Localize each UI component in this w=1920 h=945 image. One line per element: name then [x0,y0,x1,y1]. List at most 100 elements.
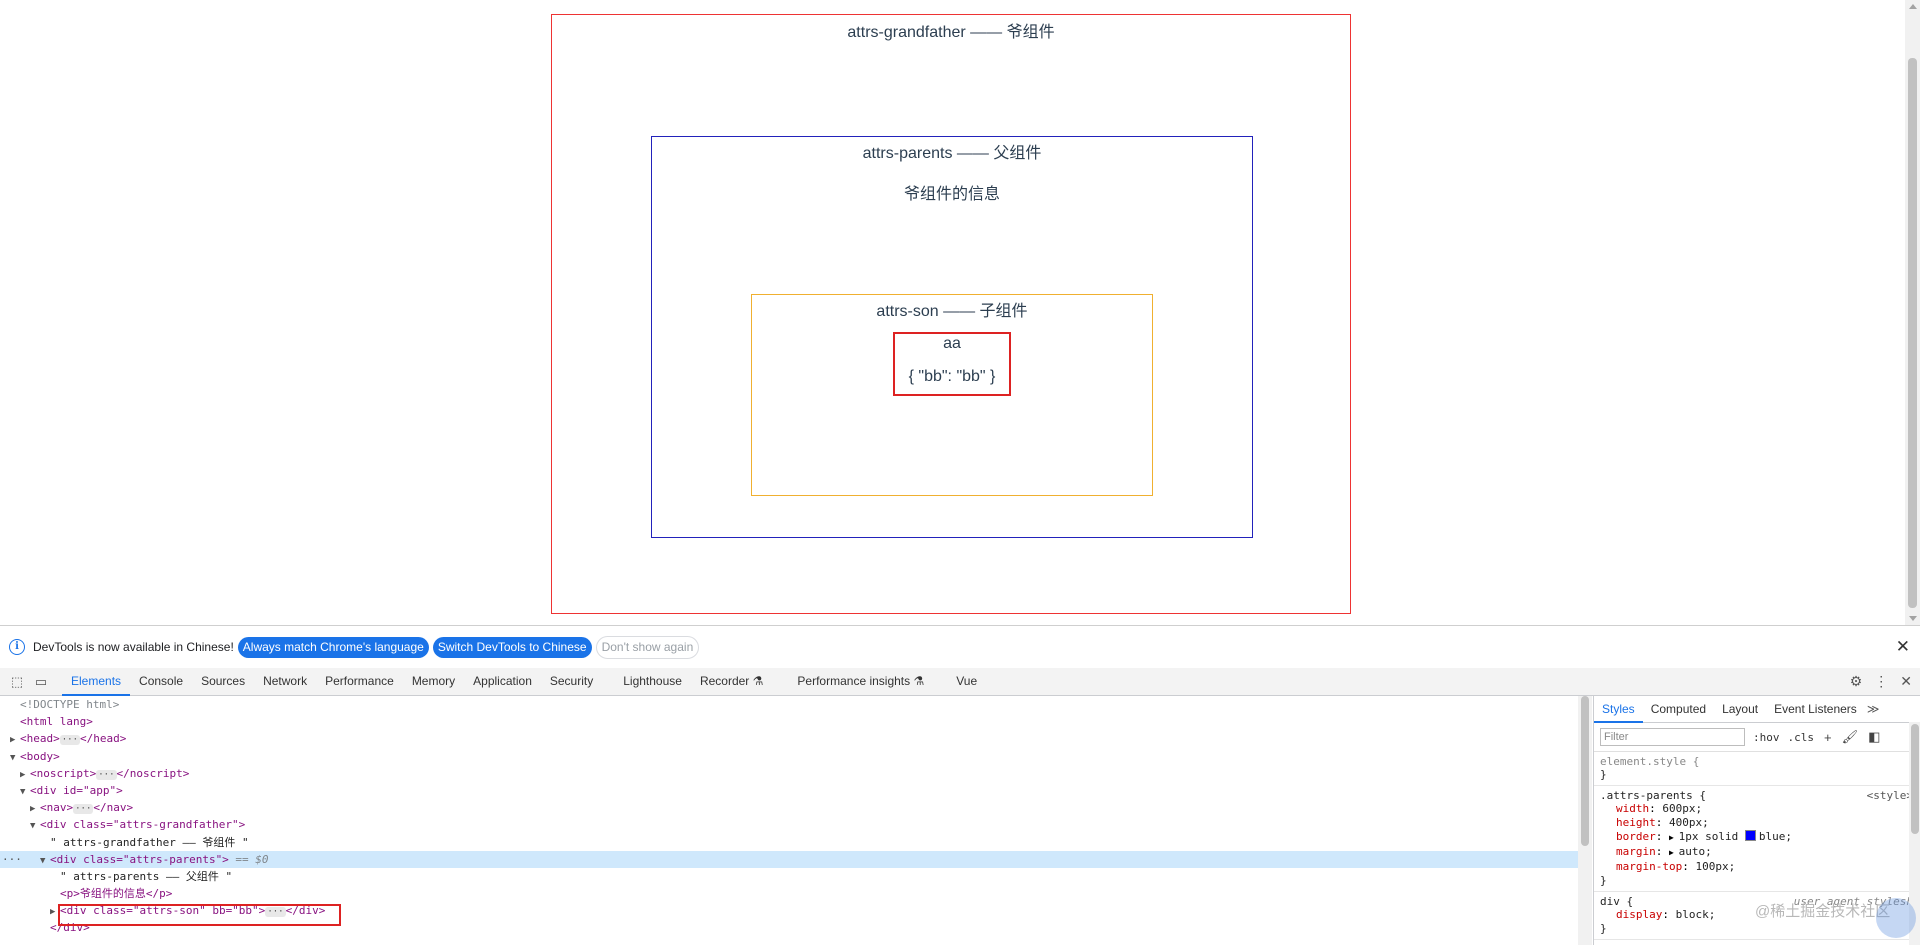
css-declaration[interactable]: border: ▶ 1px solid blue; [1600,830,1915,845]
dom-tree-text: <div class="attrs-parents"> [50,852,229,866]
paint-format-icon[interactable]: 🖌 [1842,729,1859,745]
css-declaration[interactable]: height: 400px; [1600,816,1915,830]
tab-lighthouse[interactable]: Lighthouse [614,668,691,695]
inspect-element-icon[interactable]: ⬚ [10,674,24,689]
elements-scrollbar-thumb[interactable] [1581,696,1589,846]
css-declaration[interactable]: margin-top: 100px; [1600,860,1915,874]
styles-tabbar: Styles Computed Layout Event Listeners ≫ [1594,696,1920,723]
tab-memory[interactable]: Memory [403,668,464,695]
page-scrollbar[interactable] [1905,0,1920,625]
hov-toggle[interactable]: :hov [1753,731,1780,744]
tab-sources[interactable]: Sources [192,668,254,695]
css-value[interactable]: block; [1676,908,1716,921]
dom-tree-text: <p>爷组件的信息</p> [60,887,173,901]
dom-tree-line[interactable]: ▶ <nav> ··· </nav> [0,799,1578,816]
dom-tree-line[interactable]: ··· ▼ <div class="attrs-parents"> == $0 [0,850,1578,868]
css-value-color[interactable]: blue; [1759,830,1792,843]
tab-recorder[interactable]: Recorder ⚗ [691,668,772,695]
css-property[interactable]: height [1616,816,1656,829]
page-scrollbar-thumb[interactable] [1908,58,1917,608]
dom-tree-text: " attrs-grandfather —— 爷组件 " [50,835,249,849]
css-value[interactable]: 600px; [1662,802,1702,815]
parents-title: attrs-parents —— 父组件 [862,145,1042,162]
tab-console[interactable]: Console [130,668,192,695]
tab-computed[interactable]: Computed [1643,696,1714,722]
dom-tree-text: " attrs-parents —— 父组件 " [60,869,233,883]
attrs-son-node-highlight [58,904,341,926]
elements-scrollbar[interactable] [1578,696,1592,945]
dom-tree-text: <!DOCTYPE html> [20,698,120,711]
css-property[interactable]: border [1616,830,1656,843]
more-options-icon[interactable]: ⋮ [1874,673,1888,690]
dom-tree-line[interactable]: <html lang> [0,713,1578,730]
tab-performance-insights-label: Performance insights [797,674,911,688]
dom-tree-line[interactable]: " attrs-parents —— 父组件 " [0,868,1578,885]
color-swatch-icon[interactable] [1744,830,1756,841]
dom-tree-line[interactable]: ▼ <div class="attrs-grandfather"> [0,816,1578,833]
more-tabs-chevron-icon[interactable]: ≫ [1867,702,1880,716]
css-property[interactable]: margin-top [1616,860,1682,873]
css-declaration[interactable]: width: 600px; [1600,802,1915,816]
collapsed-children-ellipsis[interactable]: ··· [73,804,94,815]
collapsed-children-ellipsis[interactable]: ··· [59,735,81,746]
dom-tree-line[interactable]: ▼ <div id="app"> [0,782,1578,799]
dom-tree-closing-tag: </head> [80,732,127,746]
tab-application[interactable]: Application [464,668,541,695]
tab-layout[interactable]: Layout [1714,696,1766,722]
dom-tree-closing-tag: </noscript> [116,766,190,780]
dom-tree-line[interactable]: <p>爷组件的信息</p> [0,885,1578,902]
scroll-up-icon[interactable] [1909,4,1917,9]
dom-tree-line[interactable]: ▼ <body> [0,748,1578,765]
style-rule[interactable]: element.style {} [1594,752,1920,786]
css-property[interactable]: margin [1616,845,1656,858]
rule-selector[interactable]: element.style { [1600,755,1915,768]
tab-styles[interactable]: Styles [1594,696,1643,723]
dom-tree-line[interactable]: " attrs-grandfather —— 爷组件 " [0,834,1578,851]
dom-tree-text: <body> [20,749,60,763]
dont-show-again-button[interactable]: Don't show again [595,635,700,659]
toggle-sidebar-icon[interactable]: ◧ [1868,729,1880,745]
tab-performance[interactable]: Performance [316,668,403,695]
css-value[interactable]: auto; [1679,845,1712,858]
page-viewport: attrs-grandfather —— 爷组件 attrs-parents —… [0,0,1920,625]
styles-filter-input[interactable]: Filter [1600,728,1745,746]
css-value[interactable]: 1px solid [1679,830,1745,843]
cls-toggle[interactable]: .cls [1788,731,1815,744]
expand-shorthand-icon[interactable]: ▶ [1669,833,1679,842]
new-style-rule-icon[interactable]: + [1824,730,1832,745]
selected-node-dots-icon[interactable]: ··· [2,851,22,868]
styles-scrollbar-thumb[interactable] [1911,724,1919,834]
scroll-down-icon[interactable] [1909,616,1917,621]
css-colon: : [1662,908,1676,921]
tab-vue[interactable]: Vue [947,668,986,695]
son-attrs-object: { "bb": "bb" } [908,368,996,385]
parents-info-text: 爷组件的信息 [903,186,1000,203]
tab-elements[interactable]: Elements [62,668,131,696]
css-value[interactable]: 400px; [1669,816,1709,829]
dom-tree-line[interactable]: <!DOCTYPE html> [0,696,1578,713]
tab-performance-insights[interactable]: Performance insights ⚗ [788,668,933,695]
tab-network[interactable]: Network [254,668,316,695]
always-match-language-button[interactable]: Always match Chrome's language [237,636,429,658]
tab-event-listeners[interactable]: Event Listeners [1766,696,1865,722]
dom-tree-line[interactable]: ▶ <noscript> ··· </noscript> [0,765,1578,782]
close-infobar-icon[interactable]: ✕ [1896,637,1910,657]
tab-security[interactable]: Security [541,668,602,695]
collapsed-children-ellipsis[interactable]: ··· [96,769,117,780]
css-value[interactable]: 100px; [1695,860,1735,873]
css-property[interactable]: width [1616,802,1649,815]
dom-tree-text: <html lang> [20,715,93,729]
rule-close-brace: } [1600,922,1607,935]
close-devtools-icon[interactable]: ✕ [1900,673,1912,690]
style-rule[interactable]: .attrs-parents {<style> width: 600px; heig… [1594,786,1920,892]
switch-to-chinese-button[interactable]: Switch DevTools to Chinese [432,636,592,658]
settings-gear-icon[interactable]: ⚙ [1850,673,1863,690]
dom-tree-line[interactable]: ▶ <head> ··· </head> [0,730,1578,747]
son-title: attrs-son —— 子组件 [876,303,1028,320]
attrs-parents-box: attrs-parents —— 父组件 爷组件的信息 attrs-son ——… [651,136,1253,538]
rule-source-link[interactable]: <style> [1867,789,1913,802]
device-toolbar-icon[interactable]: ▭ [34,674,48,689]
css-property[interactable]: display [1616,908,1662,921]
expand-shorthand-icon[interactable]: ▶ [1669,848,1679,857]
css-declaration[interactable]: margin: ▶ auto; [1600,845,1915,860]
